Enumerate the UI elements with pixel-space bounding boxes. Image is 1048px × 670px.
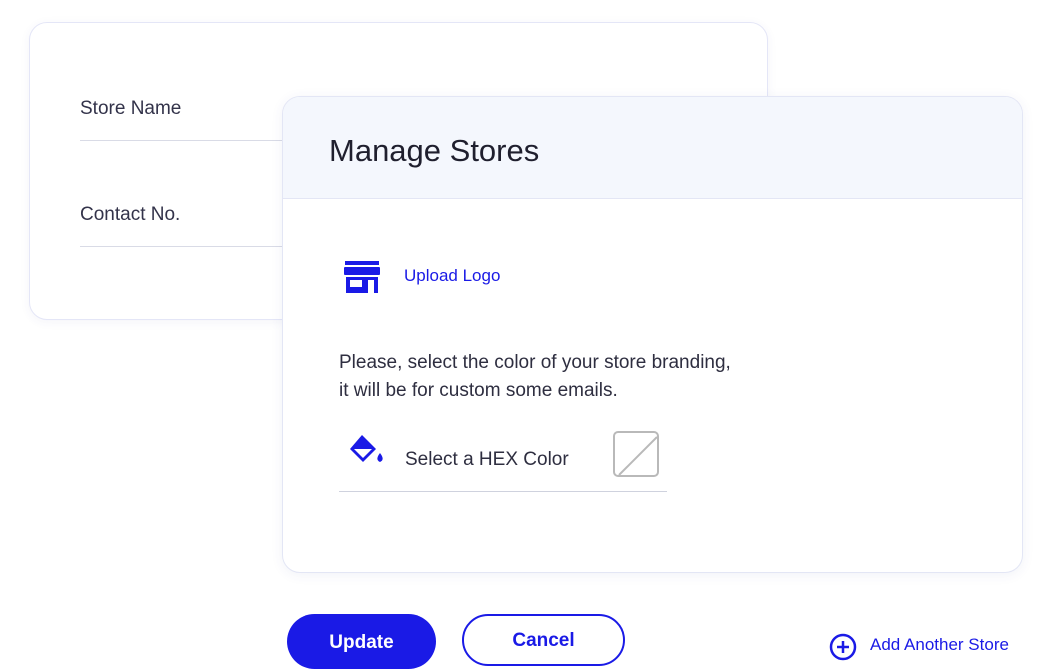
- color-swatch[interactable]: [613, 431, 659, 477]
- modal-header: Manage Stores: [283, 97, 1022, 199]
- paint-bucket-icon: [350, 435, 383, 462]
- plus-circle-icon: [829, 633, 857, 661]
- empty-swatch-slash: [618, 436, 657, 475]
- update-button[interactable]: Update: [287, 614, 436, 669]
- add-another-store-label: Add Another Store: [870, 635, 1009, 654]
- upload-logo-link[interactable]: Upload Logo: [404, 266, 500, 286]
- cancel-button[interactable]: Cancel: [462, 614, 625, 666]
- store-icon: [344, 261, 380, 293]
- manage-stores-modal: Manage Stores Upload Logo Please, select…: [282, 96, 1023, 573]
- color-description: Please, select the color of your store b…: [339, 349, 809, 405]
- hex-color-label: Select a HEX Color: [405, 449, 569, 470]
- description-line-2: it will be for custom some emails.: [339, 380, 618, 401]
- hex-color-field[interactable]: Select a HEX Color: [339, 431, 667, 492]
- modal-title: Manage Stores: [329, 133, 540, 168]
- description-line-1: Please, select the color of your store b…: [339, 352, 731, 373]
